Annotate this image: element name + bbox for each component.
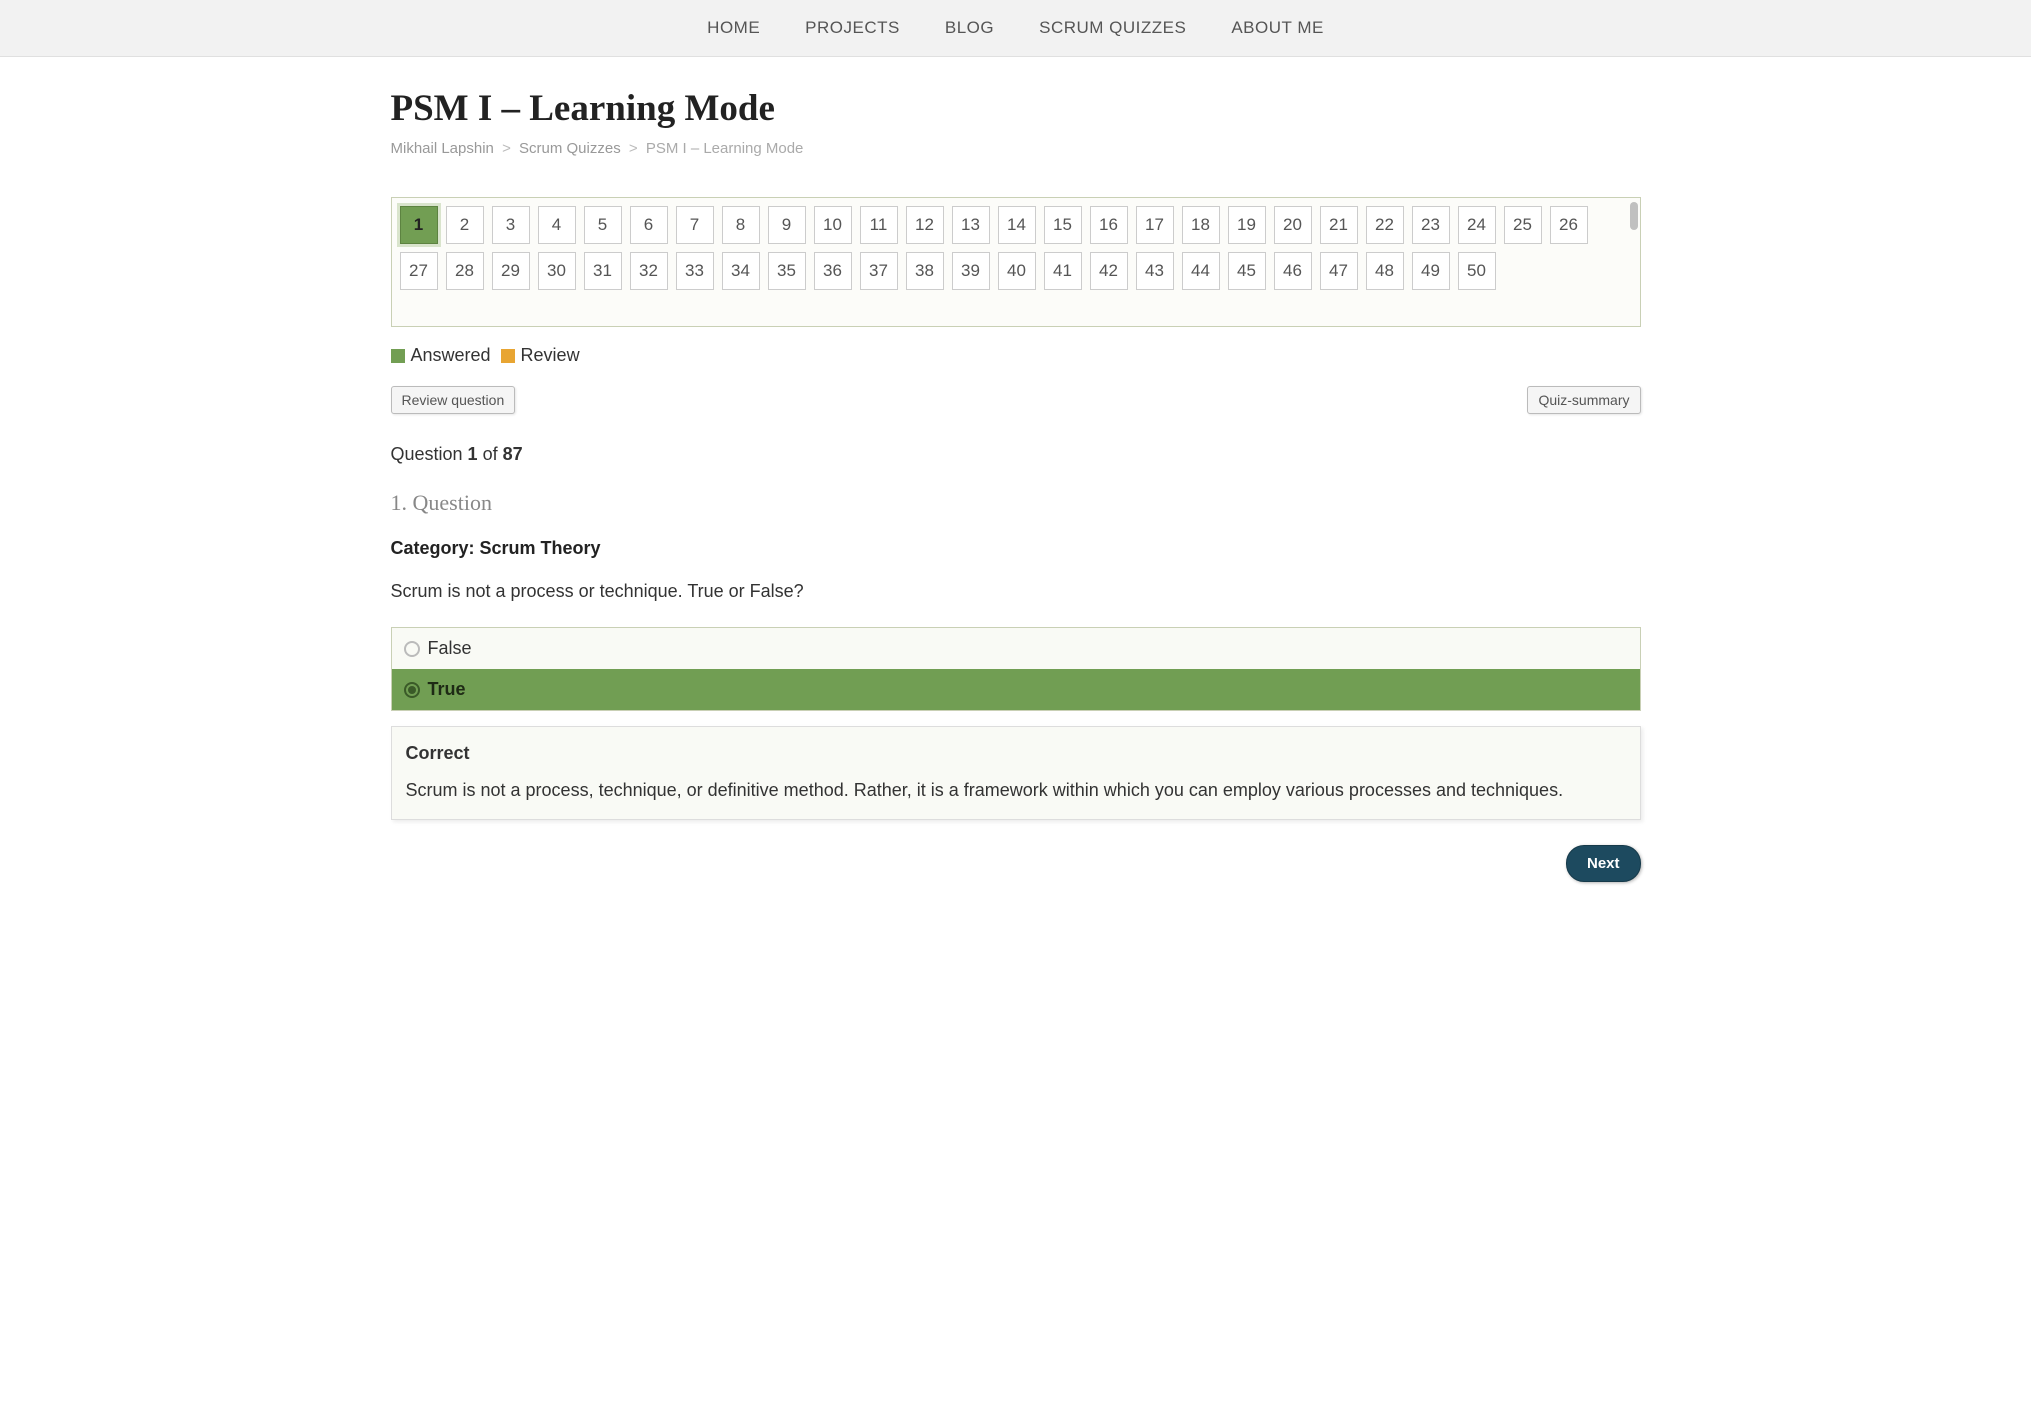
- question-heading: 1. Question: [391, 490, 1641, 516]
- question-nav-item[interactable]: 4: [538, 206, 576, 244]
- question-nav-item[interactable]: 43: [1136, 252, 1174, 290]
- question-nav-item[interactable]: 27: [400, 252, 438, 290]
- question-nav-item[interactable]: 36: [814, 252, 852, 290]
- question-nav-item[interactable]: 37: [860, 252, 898, 290]
- question-nav-item[interactable]: 34: [722, 252, 760, 290]
- scrollbar-thumb[interactable]: [1630, 202, 1638, 230]
- feedback-text: Scrum is not a process, technique, or de…: [406, 778, 1626, 803]
- question-nav-item[interactable]: 44: [1182, 252, 1220, 290]
- question-nav-item[interactable]: 15: [1044, 206, 1082, 244]
- answer-list: False True: [391, 627, 1641, 711]
- question-nav-item[interactable]: 6: [630, 206, 668, 244]
- question-nav-item[interactable]: 18: [1182, 206, 1220, 244]
- question-nav-item[interactable]: 13: [952, 206, 990, 244]
- question-nav-item[interactable]: 8: [722, 206, 760, 244]
- answer-option[interactable]: True: [392, 669, 1640, 710]
- question-nav-item[interactable]: 29: [492, 252, 530, 290]
- question-nav-item[interactable]: 49: [1412, 252, 1450, 290]
- next-button[interactable]: Next: [1566, 845, 1641, 882]
- question-nav-item[interactable]: 39: [952, 252, 990, 290]
- question-nav-item[interactable]: 24: [1458, 206, 1496, 244]
- question-nav-item[interactable]: 26: [1550, 206, 1588, 244]
- main-content: PSM I – Learning Mode Mikhail Lapshin > …: [391, 57, 1641, 922]
- question-nav-panel[interactable]: 1234567891011121314151617181920212223242…: [391, 197, 1641, 327]
- next-row: Next: [391, 845, 1641, 882]
- question-nav-item[interactable]: 12: [906, 206, 944, 244]
- feedback-title: Correct: [406, 743, 1626, 764]
- page-title: PSM I – Learning Mode: [391, 87, 1641, 130]
- question-nav-item[interactable]: 31: [584, 252, 622, 290]
- nav-item[interactable]: PROJECTS: [805, 18, 900, 38]
- question-nav-item[interactable]: 21: [1320, 206, 1358, 244]
- question-nav-item[interactable]: 3: [492, 206, 530, 244]
- question-nav-item[interactable]: 42: [1090, 252, 1128, 290]
- breadcrumb-current: PSM I – Learning Mode: [646, 140, 804, 157]
- question-nav-item[interactable]: 50: [1458, 252, 1496, 290]
- legend-label-answered: Answered: [411, 345, 491, 366]
- question-nav-item[interactable]: 9: [768, 206, 806, 244]
- question-nav-item[interactable]: 46: [1274, 252, 1312, 290]
- question-nav-item[interactable]: 35: [768, 252, 806, 290]
- question-nav-item[interactable]: 45: [1228, 252, 1266, 290]
- question-nav-item[interactable]: 11: [860, 206, 898, 244]
- question-nav-item[interactable]: 7: [676, 206, 714, 244]
- question-nav-item[interactable]: 28: [446, 252, 484, 290]
- radio-icon: [404, 682, 420, 698]
- legend-swatch-answered: [391, 349, 405, 363]
- question-nav-item[interactable]: 10: [814, 206, 852, 244]
- feedback-box: Correct Scrum is not a process, techniqu…: [391, 726, 1641, 820]
- nav-item[interactable]: SCRUM QUIZZES: [1039, 18, 1186, 38]
- question-nav-item[interactable]: 33: [676, 252, 714, 290]
- question-nav-item[interactable]: 16: [1090, 206, 1128, 244]
- question-nav-item[interactable]: 32: [630, 252, 668, 290]
- question-nav-item[interactable]: 30: [538, 252, 576, 290]
- question-nav-item[interactable]: 22: [1366, 206, 1404, 244]
- question-nav-item[interactable]: 19: [1228, 206, 1266, 244]
- question-nav-item[interactable]: 17: [1136, 206, 1174, 244]
- answer-option[interactable]: False: [392, 628, 1640, 669]
- breadcrumb-link[interactable]: Scrum Quizzes: [519, 140, 621, 157]
- breadcrumb: Mikhail Lapshin > Scrum Quizzes > PSM I …: [391, 140, 1641, 157]
- review-question-button[interactable]: Review question: [391, 386, 516, 414]
- nav-item[interactable]: ABOUT ME: [1231, 18, 1323, 38]
- breadcrumb-sep: >: [629, 140, 638, 157]
- answer-label: False: [428, 638, 472, 659]
- question-category: Category: Scrum Theory: [391, 538, 1641, 559]
- answer-label: True: [428, 679, 466, 700]
- radio-icon: [404, 641, 420, 657]
- question-nav-item[interactable]: 1: [400, 206, 438, 244]
- question-nav-item[interactable]: 20: [1274, 206, 1312, 244]
- question-nav-item[interactable]: 2: [446, 206, 484, 244]
- question-counter: Question 1 of 87: [391, 444, 1641, 465]
- question-nav-item[interactable]: 14: [998, 206, 1036, 244]
- quiz-summary-button[interactable]: Quiz-summary: [1527, 386, 1640, 414]
- question-nav-item[interactable]: 5: [584, 206, 622, 244]
- breadcrumb-sep: >: [502, 140, 511, 157]
- question-nav-item[interactable]: 41: [1044, 252, 1082, 290]
- question-nav-item[interactable]: 25: [1504, 206, 1542, 244]
- legend-swatch-review: [501, 349, 515, 363]
- question-nav-item[interactable]: 23: [1412, 206, 1450, 244]
- nav-item[interactable]: BLOG: [945, 18, 994, 38]
- legend: Answered Review: [391, 345, 1641, 366]
- question-text: Scrum is not a process or technique. Tru…: [391, 581, 1641, 602]
- question-nav-item[interactable]: 48: [1366, 252, 1404, 290]
- breadcrumb-link[interactable]: Mikhail Lapshin: [391, 140, 494, 157]
- nav-item[interactable]: HOME: [707, 18, 760, 38]
- button-row: Review question Quiz-summary: [391, 386, 1641, 414]
- top-nav: HOME PROJECTS BLOG SCRUM QUIZZES ABOUT ME: [0, 0, 2031, 57]
- question-nav-item[interactable]: 47: [1320, 252, 1358, 290]
- legend-label-review: Review: [521, 345, 580, 366]
- question-nav-item[interactable]: 40: [998, 252, 1036, 290]
- question-nav-item[interactable]: 38: [906, 252, 944, 290]
